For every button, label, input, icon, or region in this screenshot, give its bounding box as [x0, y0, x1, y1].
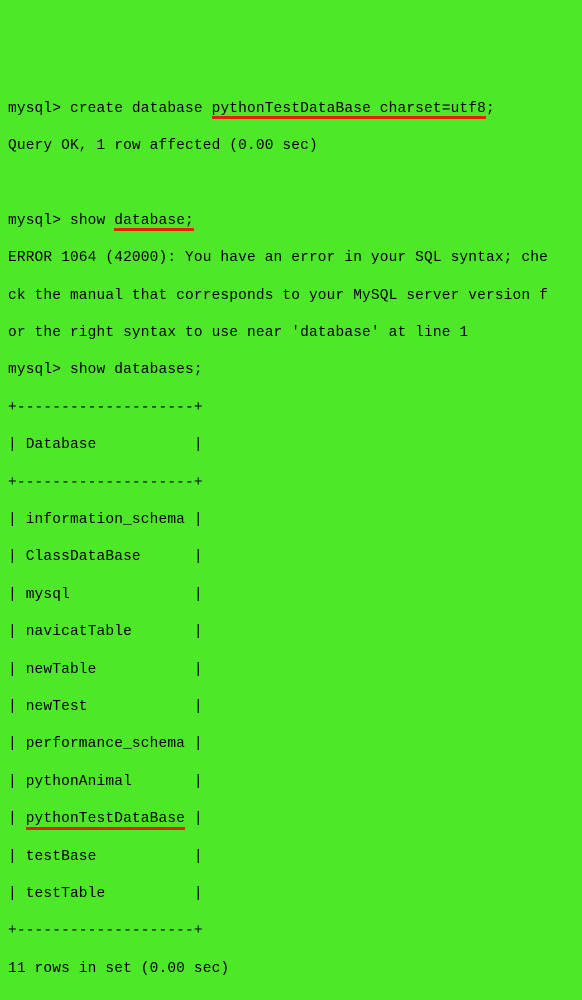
blank-line	[8, 997, 574, 1000]
cmd-text: show	[70, 213, 114, 229]
prompt: mysql>	[8, 101, 70, 117]
table-row: | performance_schema |	[8, 735, 574, 754]
table-row: | testTable |	[8, 885, 574, 904]
cmd-text: ;	[486, 101, 495, 117]
table-row: | pythonTestDataBase |	[8, 810, 574, 829]
prompt: mysql>	[8, 213, 70, 229]
highlight-db-name: pythonTestDataBase	[26, 810, 185, 829]
error-line: ck the manual that corresponds to your M…	[8, 287, 574, 306]
blank-line	[8, 174, 574, 193]
table-row: | pythonAnimal |	[8, 773, 574, 792]
table-separator: +--------------------+	[8, 474, 574, 493]
prompt: mysql>	[8, 362, 70, 378]
highlight-show-database: database;	[114, 212, 194, 231]
command-line: mysql> create database pythonTestDataBas…	[8, 100, 574, 119]
table-row: | newTest |	[8, 698, 574, 717]
cmd-text: show databases;	[70, 362, 203, 378]
table-row: | mysql |	[8, 586, 574, 605]
cell-pre: |	[8, 811, 26, 827]
table-separator: +--------------------+	[8, 922, 574, 941]
terminal-output: mysql> create database pythonTestDataBas…	[8, 81, 574, 1000]
table-row: | information_schema |	[8, 511, 574, 530]
highlight-create-db: pythonTestDataBase charset=utf8	[212, 100, 486, 119]
command-line: mysql> show database;	[8, 212, 574, 231]
table-row: | newTable |	[8, 661, 574, 680]
table-row: | ClassDataBase |	[8, 548, 574, 567]
table-separator: +--------------------+	[8, 399, 574, 418]
result-footer: 11 rows in set (0.00 sec)	[8, 960, 574, 979]
table-row: | testBase |	[8, 848, 574, 867]
table-row: | navicatTable |	[8, 623, 574, 642]
cell-post: |	[185, 811, 203, 827]
query-ok: Query OK, 1 row affected (0.00 sec)	[8, 137, 574, 156]
cmd-text: create database	[70, 101, 212, 117]
command-line: mysql> show databases;	[8, 361, 574, 380]
table-header: | Database |	[8, 436, 574, 455]
error-line: ERROR 1064 (42000): You have an error in…	[8, 249, 574, 268]
error-line: or the right syntax to use near 'databas…	[8, 324, 574, 343]
